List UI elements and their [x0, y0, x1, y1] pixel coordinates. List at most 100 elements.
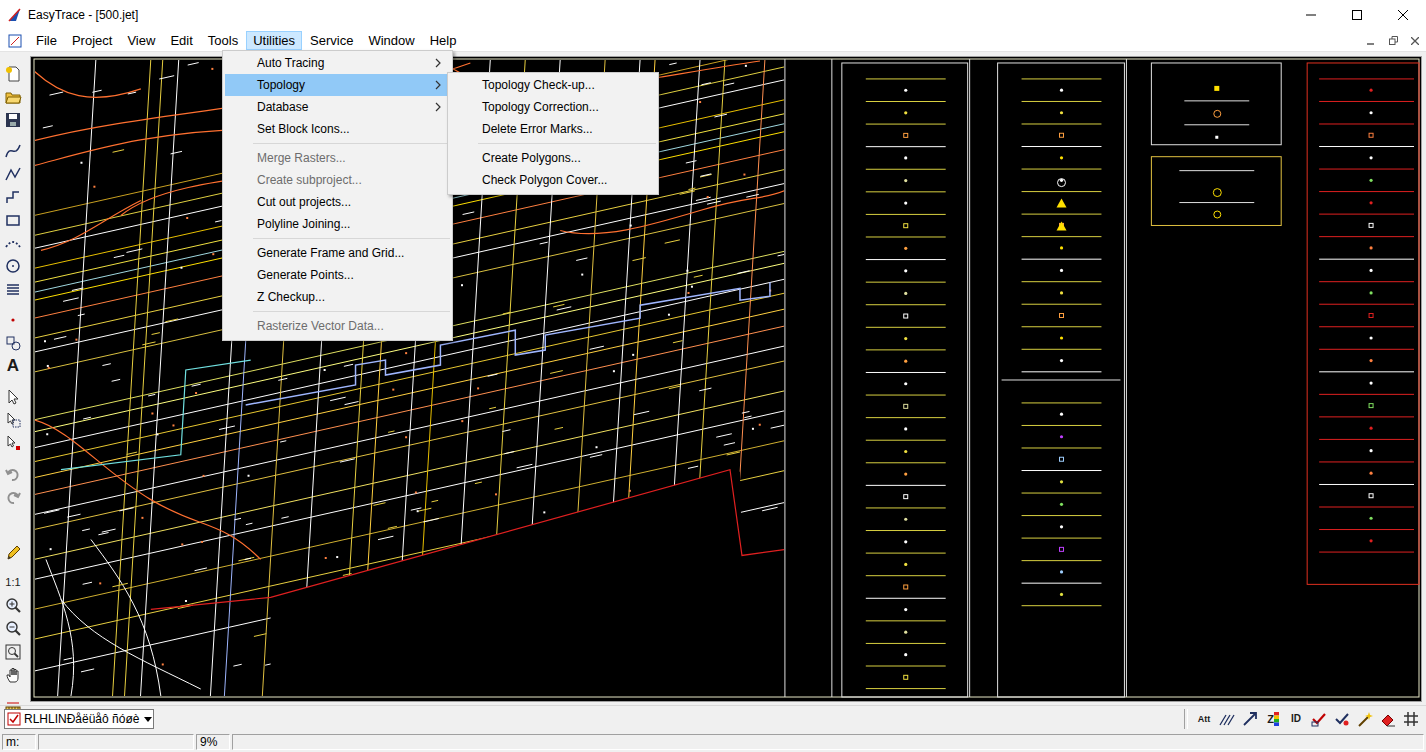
chevron-right-icon [434, 102, 442, 112]
document-icon [7, 33, 23, 49]
maximize-button[interactable] [1334, 0, 1380, 30]
check-button[interactable] [1308, 708, 1330, 731]
select-node-button[interactable] [2, 431, 24, 454]
zoom-in-button[interactable] [2, 594, 24, 617]
child-minimize-button[interactable] [1363, 34, 1379, 48]
layer-name: RLHLINÐåëüåô ñóøè [24, 712, 139, 726]
status-bar: m:9% [0, 732, 1426, 752]
menu-separator [223, 235, 452, 242]
undo-icon [4, 465, 22, 483]
child-restore-button[interactable] [1385, 34, 1401, 48]
curve-icon [4, 142, 22, 160]
curve-button[interactable] [2, 139, 24, 162]
pencil-button[interactable] [2, 540, 24, 563]
lines-icon [1218, 710, 1236, 728]
menu-bar-item[interactable]: Service [303, 31, 360, 50]
menu-item[interactable]: Auto Tracing [225, 52, 450, 74]
select-button[interactable] [2, 385, 24, 408]
zoom-out-button[interactable] [2, 617, 24, 640]
arrow-diag-icon [1241, 710, 1259, 728]
undo-button[interactable] [2, 462, 24, 485]
chevron-right-icon [434, 80, 442, 90]
menu-separator [223, 140, 452, 147]
minimize-icon [1306, 10, 1316, 20]
menu-bar-item[interactable]: Tools [201, 31, 245, 50]
block-button[interactable] [2, 331, 24, 354]
dotted-button[interactable] [2, 231, 24, 254]
menu-item[interactable]: Cut out projects... [225, 191, 450, 213]
menu-bar-item[interactable]: Window [361, 31, 421, 50]
zoom-all-button[interactable] [2, 640, 24, 663]
menu-bar-item[interactable]: Help [423, 31, 464, 50]
menu-bar-item[interactable]: Project [65, 31, 119, 50]
menu-separator [223, 308, 452, 315]
left-toolbar: A 1:1 [0, 56, 26, 702]
pan-button[interactable] [2, 663, 24, 686]
pencil-icon [4, 543, 22, 561]
menu-item[interactable]: Polyline Joining... [225, 213, 450, 235]
layer-select[interactable]: RLHLINÐåëüåô ñóøè [4, 709, 154, 729]
utilities-menu: Auto TracingTopologyDatabaseSet Block Ic… [222, 50, 453, 341]
rect-button[interactable] [2, 208, 24, 231]
menu-bar: FileProjectViewEditToolsUtilitiesService… [0, 30, 1426, 52]
close-button[interactable] [1380, 0, 1426, 30]
menu-item[interactable]: Z Checkup... [225, 286, 450, 308]
id-button[interactable]: ID [1285, 708, 1307, 731]
redo-button[interactable] [2, 485, 24, 508]
eraser-button[interactable] [1377, 708, 1399, 731]
menu-item[interactable]: Database [225, 96, 450, 118]
legend-panel [1151, 63, 1281, 225]
menu-item[interactable]: Rasterize Vector Data... [225, 315, 450, 337]
menu-item[interactable]: Merge Rasters... [225, 147, 450, 169]
minimize-button[interactable] [1288, 0, 1334, 30]
wand-button[interactable] [1354, 708, 1376, 731]
wand-icon [1356, 710, 1374, 728]
grid-button[interactable] [1400, 708, 1422, 731]
menu-item[interactable]: Generate Points... [225, 264, 450, 286]
lines-button[interactable] [1216, 708, 1238, 731]
check-icon [1310, 710, 1328, 728]
menu-separator [448, 140, 658, 147]
select-multi-button[interactable] [2, 408, 24, 431]
app-window: EasyTrace - [500.jet] FileProjectViewEdit… [0, 0, 1426, 752]
circle-button[interactable] [2, 254, 24, 277]
text-tool-button[interactable]: A [2, 354, 24, 377]
point-icon [4, 311, 22, 329]
save-button[interactable] [2, 108, 24, 131]
menu-bar-item[interactable]: Utilities [246, 31, 302, 50]
scale-button[interactable]: 1:1 [2, 571, 24, 594]
menu-item[interactable]: Generate Frame and Grid... [225, 242, 450, 264]
verify-button[interactable] [1331, 708, 1353, 731]
menu-item[interactable]: Topology [225, 74, 450, 96]
attributes-button[interactable]: Att [1193, 708, 1215, 731]
menu-item[interactable]: Check Polygon Cover... [450, 169, 656, 191]
menu-item[interactable]: Create Polygons... [450, 147, 656, 169]
menu-item[interactable]: Topology Check-up... [450, 74, 656, 96]
child-close-button[interactable] [1407, 34, 1423, 48]
close-icon [1398, 10, 1408, 20]
message-field [232, 734, 1424, 750]
polyline-button[interactable] [2, 162, 24, 185]
pan-icon [4, 666, 22, 684]
point-button[interactable] [2, 308, 24, 331]
open-icon [4, 88, 22, 106]
ortho-button[interactable] [2, 185, 24, 208]
select-multi-icon [4, 411, 22, 429]
menu-item[interactable]: Create subproject... [225, 169, 450, 191]
menu-item[interactable]: Topology Correction... [450, 96, 656, 118]
menu-bar-item[interactable]: Edit [163, 31, 199, 50]
menu-bar-item[interactable]: File [29, 31, 64, 50]
new-button[interactable] [2, 62, 24, 85]
bottom-toolbar: RLHLINÐåëüåô ñóøè Att ZID [0, 705, 1426, 732]
ortho-icon [4, 188, 22, 206]
menu-bar-item[interactable]: View [120, 31, 162, 50]
z-button[interactable]: Z [1262, 708, 1284, 731]
hatch-button[interactable] [2, 277, 24, 300]
layer-icon [7, 712, 21, 726]
menu-item[interactable]: Set Block Icons... [225, 118, 450, 140]
eraser-icon [1379, 710, 1397, 728]
window-title: EasyTrace - [500.jet] [28, 8, 138, 22]
menu-item[interactable]: Delete Error Marks... [450, 118, 656, 140]
direction-button[interactable] [1239, 708, 1261, 731]
open-button[interactable] [2, 85, 24, 108]
